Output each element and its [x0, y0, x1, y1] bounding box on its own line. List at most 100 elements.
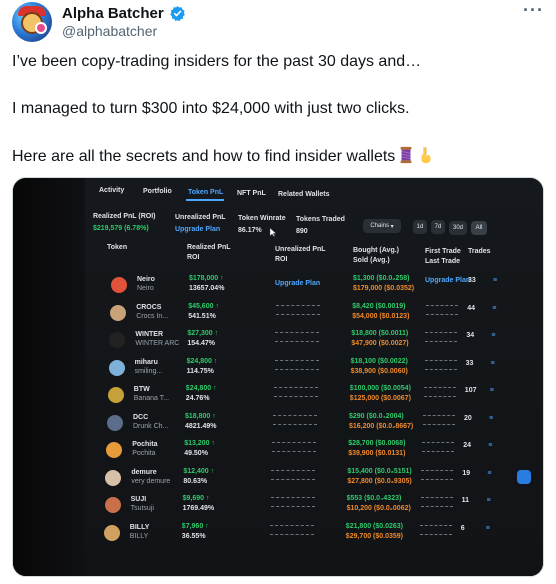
chains-dropdown[interactable]: Chains ▾	[363, 219, 401, 233]
row-details-icon[interactable]: ≡	[491, 360, 495, 367]
bought-amount: $1,300 ($0.0₂258)	[353, 275, 410, 282]
realized-pnl: $178,000 ↑	[189, 275, 224, 282]
active-tab-indicator	[186, 199, 224, 201]
sold-amount: $47,900 ($0.0027)	[351, 340, 409, 347]
monitor-bezel	[13, 178, 85, 576]
author-name-row: Alpha Batcher	[62, 3, 186, 23]
row-details-icon[interactable]: ≡	[487, 497, 491, 504]
realized-pnl: $9,690 ↑	[182, 495, 210, 502]
first-trade-upgrade-link[interactable]: Upgrade Plan	[425, 277, 470, 284]
col-unrealized-pnl: Unrealized PnL	[275, 246, 326, 253]
realized-roi: 13657.04%	[189, 285, 225, 292]
token-symbol[interactable]: CROCS	[136, 304, 161, 311]
verified-badge-icon	[169, 5, 185, 21]
trade-count: 20	[464, 414, 472, 422]
first-trade-placeholder	[423, 387, 456, 388]
bought-amount: $28,700 ($0.0068)	[348, 440, 406, 447]
realized-pnl: $12,400 ↑	[183, 467, 215, 475]
unrealized-placeholder	[273, 387, 318, 388]
token-symbol[interactable]: WINTER	[135, 331, 163, 338]
tab-token-pnl[interactable]: Token PnL	[188, 189, 223, 196]
author-name[interactable]: Alpha Batcher	[62, 5, 164, 22]
token-symbol[interactable]: SUJI	[131, 496, 147, 503]
last-trade-placeholder	[422, 451, 455, 452]
trade-count: 34	[466, 332, 475, 339]
last-trade-placeholder	[423, 423, 455, 425]
chains-label: Chains	[370, 223, 389, 229]
realized-pnl-value: $219,579 (6.78%)	[93, 225, 149, 232]
bought-amount: $8,420 ($0.0019)	[352, 302, 406, 310]
col-first-trade: First Trade	[425, 248, 461, 255]
row-details-icon[interactable]: ≡	[491, 332, 495, 339]
tab-nft-pnl[interactable]: NFT PnL	[237, 190, 266, 197]
trade-count: 107	[464, 387, 477, 394]
token-symbol[interactable]: demure	[131, 469, 156, 476]
tweet-text-line-2: I managed to turn $300 into $24,000 with…	[12, 100, 410, 117]
realized-pnl: $13,200 ↑	[184, 440, 215, 447]
token-name: smiling...	[134, 367, 163, 375]
unrealized-placeholder	[270, 497, 315, 498]
row-details-icon[interactable]: ≡	[489, 415, 493, 422]
first-trade-placeholder	[419, 524, 452, 526]
token-logo	[109, 332, 126, 348]
bought-amount: $290 ($0.0₄2004)	[349, 412, 404, 420]
col-unrealized-roi: ROI	[275, 256, 288, 263]
avatar-badge	[35, 22, 47, 34]
token-name: Neiro	[137, 285, 154, 292]
author-avatar[interactable]	[12, 2, 52, 42]
more-options-icon[interactable]: ···	[523, 1, 544, 19]
token-name: Crocs In...	[136, 312, 169, 320]
unrealized-placeholder	[276, 304, 321, 306]
last-trade-placeholder	[421, 478, 454, 480]
row-details-icon[interactable]: ≡	[486, 525, 490, 532]
period-30d[interactable]: 30d	[449, 221, 467, 235]
token-symbol[interactable]: BTW	[134, 386, 150, 393]
realized-pnl-label: Realized PnL (ROI)	[93, 213, 156, 220]
last-trade-placeholder	[419, 533, 452, 535]
tab-activity[interactable]: Activity	[99, 187, 124, 194]
sold-amount: $10,200 ($0.0₂0062)	[346, 505, 411, 512]
first-trade-placeholder	[425, 332, 458, 333]
token-symbol[interactable]: Neiro	[137, 276, 155, 283]
token-symbol[interactable]: DCC	[133, 414, 148, 421]
last-trade-placeholder	[424, 368, 457, 370]
unrealized-placeholder	[272, 451, 317, 452]
row-details-icon[interactable]: ≡	[493, 277, 497, 284]
row-details-icon[interactable]: ≡	[487, 470, 491, 477]
row-details-icon[interactable]: ≡	[490, 387, 494, 394]
bought-amount: $15,400 ($0.0₃5151)	[347, 467, 412, 475]
realized-roi: 80.63%	[183, 477, 208, 485]
tweet-media-photo[interactable]: Activity Portfolio Token PnL NFT PnL Rel…	[12, 177, 544, 577]
chat-support-icon[interactable]	[517, 470, 531, 484]
col-token: Token	[107, 244, 128, 251]
unrealized-upgrade-link[interactable]: Upgrade Plan	[175, 226, 220, 233]
token-logo	[108, 359, 125, 376]
chevron-down-icon: ▾	[390, 223, 394, 230]
row-details-icon[interactable]: ≡	[492, 305, 496, 312]
author-handle[interactable]: @alphabatcher	[62, 23, 157, 39]
token-symbol[interactable]: miharu	[135, 359, 158, 366]
unrealized-placeholder	[275, 332, 320, 333]
tab-related-wallets[interactable]: Related Wallets	[278, 191, 329, 198]
realized-roi: 154.47%	[187, 340, 216, 347]
trade-count: 44	[467, 304, 475, 312]
unrealized-upgrade-link[interactable]: Upgrade Plan	[275, 280, 320, 287]
token-winrate-label: Token Winrate	[238, 215, 286, 222]
tab-portfolio[interactable]: Portfolio	[143, 188, 172, 195]
tweet-text-line-3: Here are all the secrets and how to find…	[12, 146, 435, 167]
sold-amount: $179,000 ($0.0352)	[353, 285, 415, 292]
unrealized-pnl-label: Unrealized PnL	[175, 214, 226, 221]
period-all[interactable]: All	[471, 221, 487, 235]
token-symbol[interactable]: Pochita	[132, 441, 157, 448]
token-logo	[107, 414, 123, 431]
token-winrate-value: 86.17%	[238, 227, 262, 234]
token-symbol[interactable]: BILLY	[130, 524, 150, 531]
bought-amount: $21,800 ($0.0263)	[345, 522, 404, 530]
first-trade-placeholder	[421, 469, 454, 471]
realized-roi: 49.50%	[184, 450, 208, 457]
row-details-icon[interactable]: ≡	[488, 442, 492, 449]
period-1d[interactable]: 1d	[413, 220, 427, 234]
period-7d[interactable]: 7d	[431, 220, 445, 234]
sold-amount: $54,000 ($0.0123)	[352, 312, 410, 320]
first-trade-placeholder	[424, 359, 457, 361]
